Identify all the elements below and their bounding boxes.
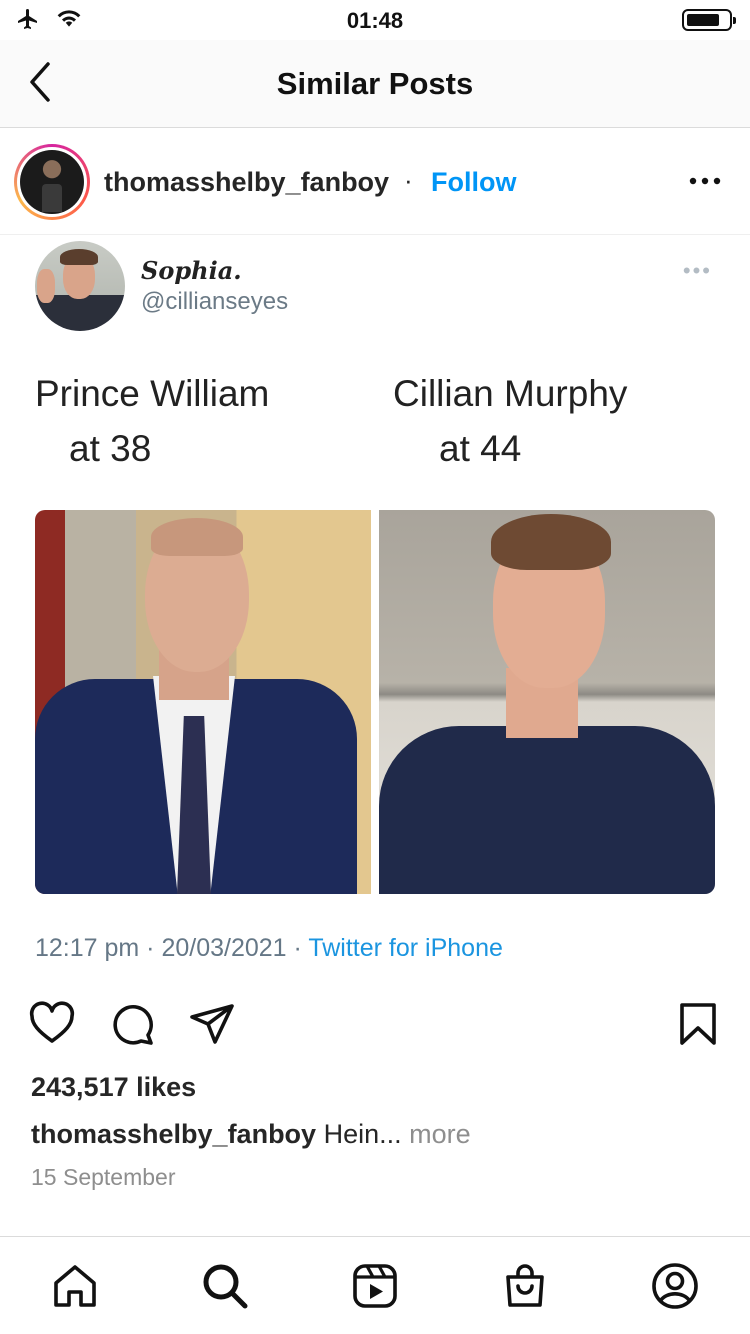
tweet-timestamp: 12:17 pm · 20/03/2021 · [35, 934, 309, 962]
hair-shape [491, 514, 611, 570]
caption-more-link[interactable]: more [409, 1119, 471, 1149]
shop-icon [506, 1264, 544, 1307]
left-label-name: Prince William [35, 373, 270, 414]
like-button[interactable] [28, 1000, 76, 1048]
heart-icon [29, 1001, 75, 1043]
left-label-age: at 38 [69, 428, 152, 469]
tshirt-shape [379, 726, 715, 894]
tab-profile[interactable] [650, 1261, 700, 1311]
tab-reels[interactable] [350, 1261, 400, 1311]
avatar-image [20, 150, 84, 214]
right-label-age: at 44 [439, 428, 522, 469]
post-caption: thomasshelby_fanboy Hein... more [31, 1119, 471, 1150]
separator-dot: · [404, 165, 413, 195]
tweet-source: Twitter for iPhone [308, 934, 503, 962]
follow-button[interactable]: Follow [431, 167, 516, 198]
post-actions [0, 990, 750, 1054]
profile-icon [652, 1263, 698, 1309]
share-button[interactable] [188, 1000, 236, 1048]
tweet-handle: @cillianseyes [141, 288, 289, 315]
caption-text: Hein... [323, 1119, 402, 1149]
search-icon [203, 1264, 248, 1309]
tweet-display-name: Sophia. [141, 256, 242, 285]
tab-home[interactable] [50, 1261, 100, 1311]
post-date: 15 September [31, 1164, 176, 1190]
status-bar: 01:48 [0, 0, 750, 40]
tab-bar [0, 1236, 750, 1334]
battery-icon [682, 9, 736, 31]
reels-icon [353, 1264, 397, 1308]
home-icon [54, 1265, 96, 1307]
caption-username[interactable]: thomasshelby_fanboy [31, 1119, 316, 1149]
comment-icon [113, 1005, 153, 1045]
likes-count[interactable]: 243,517 likes [31, 1072, 196, 1103]
hair-shape [151, 518, 243, 556]
post-avatar[interactable] [14, 144, 90, 220]
right-photo [379, 510, 715, 894]
status-time: 01:48 [346, 8, 404, 33]
page-title: Similar Posts [276, 66, 474, 101]
save-button[interactable] [674, 1000, 722, 1048]
bookmark-icon [680, 1003, 716, 1045]
post-image[interactable]: Sophia. @cillianseyes ••• Prince William… [0, 236, 750, 986]
nav-header: Similar Posts [0, 40, 750, 128]
left-photo [35, 510, 371, 894]
comment-button[interactable] [108, 1000, 156, 1048]
right-label-name: Cillian Murphy [393, 373, 628, 414]
share-icon [190, 1004, 234, 1044]
tab-search[interactable] [200, 1261, 250, 1311]
tweet-meta: 12:17 pm · 20/03/2021 · Twitter for iPho… [35, 934, 503, 963]
post-username[interactable]: thomasshelby_fanboy [104, 167, 389, 198]
tweet-more-icon: ••• [682, 258, 712, 283]
tab-shop[interactable] [500, 1261, 550, 1311]
post-header: thomasshelby_fanboy · Follow [0, 129, 750, 235]
tweet-avatar [35, 241, 125, 331]
more-options-button[interactable] [688, 167, 722, 195]
more-horizontal-icon [689, 177, 721, 185]
